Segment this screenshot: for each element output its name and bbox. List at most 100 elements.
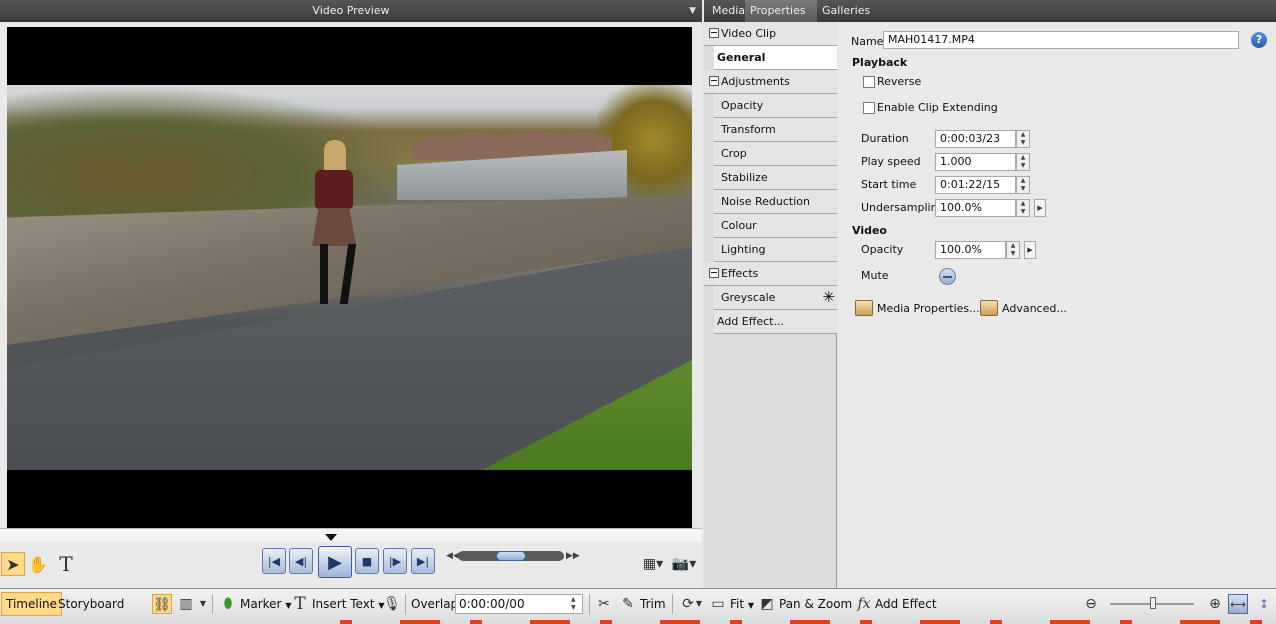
fit-button[interactable]: Fit ▼ — [730, 596, 754, 614]
collapse-icon[interactable] — [709, 76, 719, 86]
insert-text-button[interactable]: Insert Text ▼ — [312, 596, 385, 614]
remove-effect-icon[interactable]: ✳ — [822, 288, 835, 306]
properties-nav: Video Clip General Adjustments Opacity T… — [704, 22, 837, 588]
go-to-start-button[interactable]: |◀ — [262, 548, 286, 574]
nav-item-general[interactable]: General — [714, 46, 837, 70]
play-button[interactable]: ▶ — [318, 546, 352, 578]
tab-properties[interactable]: Properties ▼ — [745, 0, 817, 38]
person-leg — [320, 244, 328, 304]
nav-item-lighting[interactable]: Lighting — [714, 238, 837, 262]
opacity-more-button[interactable]: ▶ — [1024, 241, 1036, 259]
zoom-out-icon[interactable]: ⊖ — [1081, 594, 1101, 614]
nav-group-adjustments[interactable]: Adjustments — [704, 70, 837, 94]
expand-vertical-icon[interactable]: ↕ — [1254, 594, 1274, 614]
nav-item-colour[interactable]: Colour — [714, 214, 837, 238]
nav-group-label: Effects — [721, 267, 759, 280]
collapse-icon[interactable] — [709, 28, 719, 38]
fit-frame-icon[interactable]: ▭ — [708, 594, 728, 614]
undersampling-stepper[interactable]: ▲ ▼ — [1016, 199, 1030, 217]
enable-clip-extending-checkbox[interactable] — [863, 102, 875, 114]
video-frame — [7, 85, 692, 470]
advanced-button[interactable]: Advanced... — [980, 300, 1067, 316]
insert-text-icon[interactable]: T — [290, 594, 310, 614]
zoom-slider-thumb[interactable] — [1150, 597, 1156, 609]
nav-group-label: Video Clip — [721, 27, 777, 40]
nav-item-transform[interactable]: Transform — [714, 118, 837, 142]
stop-icon: ■ — [361, 554, 373, 568]
stop-button[interactable]: ■ — [355, 548, 379, 574]
split-scissors-icon[interactable]: ✂ — [594, 594, 614, 614]
timeline-tab[interactable]: Timeline — [1, 592, 63, 616]
opacity-stepper[interactable]: ▲ ▼ — [1006, 241, 1020, 259]
select-arrow-icon[interactable]: ➤ — [1, 552, 25, 576]
ripple-icon[interactable]: ▥ — [176, 594, 196, 614]
marker-button[interactable]: Marker ▼ — [240, 596, 291, 614]
duration-stepper[interactable]: ▲ ▼ — [1016, 130, 1030, 148]
nav-item-add-effect[interactable]: Add Effect... — [714, 310, 837, 334]
pan-zoom-icon[interactable]: ◩ — [757, 594, 777, 614]
name-label: Name — [851, 35, 884, 48]
aspect-ratio-icon[interactable]: ▦▾ — [640, 552, 666, 576]
link-icon[interactable]: ⛓ — [152, 594, 172, 614]
add-text-icon[interactable]: T — [54, 552, 78, 576]
opacity-field[interactable]: 100.0% — [935, 241, 1006, 259]
panel-tabs: Media Properties ▼ Galleries — [704, 0, 1276, 38]
toolbar-separator — [212, 594, 213, 614]
step-forward-button[interactable]: |▶ — [383, 548, 407, 574]
snapshot-camera-icon[interactable]: 📷▾ — [670, 552, 698, 576]
overlap-label: Overlap — [411, 597, 459, 611]
preview-scrub-bar[interactable] — [0, 528, 702, 542]
overlap-stepper[interactable]: ▲ ▼ — [571, 596, 576, 612]
tab-galleries[interactable]: Galleries — [817, 0, 875, 22]
zoom-in-icon[interactable]: ⊕ — [1205, 594, 1225, 614]
chevron-down-icon[interactable]: ▼ — [689, 0, 696, 22]
nav-group-video-clip[interactable]: Video Clip — [704, 22, 837, 46]
add-effect-button[interactable]: Add Effect — [875, 596, 937, 614]
storyboard-tab[interactable]: Storyboard — [58, 596, 124, 614]
nav-item-crop[interactable]: Crop — [714, 142, 837, 166]
chevron-down-icon[interactable]: ▼ — [694, 594, 704, 614]
nav-group-effects[interactable]: Effects — [704, 262, 837, 286]
chevron-down-icon[interactable]: ▼ — [198, 594, 208, 614]
fit-timeline-icon[interactable]: ⟷ — [1228, 594, 1248, 614]
help-icon[interactable]: ? — [1251, 32, 1267, 48]
undersampling-more-button[interactable]: ▶ — [1034, 199, 1046, 217]
name-field[interactable]: MAH01417.MP4 — [883, 31, 1239, 49]
play-speed-stepper[interactable]: ▲ ▼ — [1016, 153, 1030, 171]
nav-item-opacity[interactable]: Opacity — [714, 94, 837, 118]
marker-icon[interactable]: ⬮ — [218, 594, 238, 614]
collapse-icon[interactable] — [709, 268, 719, 278]
chevron-down-icon: ▼ — [747, 601, 755, 610]
mute-label: Mute — [861, 269, 889, 282]
trim-button[interactable]: Trim — [640, 596, 666, 614]
fast-forward-icon[interactable]: ▶▶ — [566, 551, 580, 561]
pan-zoom-button[interactable]: Pan & Zoom — [779, 596, 852, 614]
shuttle-slider-thumb[interactable] — [496, 551, 526, 561]
video-canvas[interactable] — [7, 27, 692, 528]
step-back-button[interactable]: ◀| — [289, 548, 313, 574]
overlap-field[interactable]: 0:00:00/00 — [455, 594, 583, 614]
reverse-checkbox[interactable] — [863, 76, 875, 88]
mute-toggle-icon[interactable] — [939, 268, 956, 285]
start-time-stepper[interactable]: ▲ ▼ — [1016, 176, 1030, 194]
skip-start-icon: |◀ — [267, 554, 281, 568]
tab-media[interactable]: Media — [707, 0, 750, 22]
toolbar-separator — [589, 594, 590, 614]
playhead-marker-icon[interactable] — [325, 534, 337, 541]
media-properties-button[interactable]: Media Properties... — [855, 300, 980, 316]
nav-item-greyscale[interactable]: Greyscale ✳ — [714, 286, 837, 310]
nav-item-stabilize[interactable]: Stabilize — [714, 166, 837, 190]
nav-item-noise-reduction[interactable]: Noise Reduction — [714, 190, 837, 214]
trim-pencil-icon[interactable]: ✎ — [618, 594, 638, 614]
undersampling-field[interactable]: 100.0% — [935, 199, 1016, 217]
microphone-icon[interactable]: 🎙 — [382, 594, 402, 614]
nav-group-label: Adjustments — [721, 75, 790, 88]
start-time-field[interactable]: 0:01:22/15 — [935, 176, 1016, 194]
hand-pan-icon[interactable]: ✋ — [26, 552, 50, 576]
play-speed-field[interactable]: 1.000 — [935, 153, 1016, 171]
duration-field[interactable]: 0:00:03/23 — [935, 130, 1016, 148]
media-properties-label: Media Properties... — [877, 301, 980, 315]
fx-icon[interactable]: fx — [854, 594, 874, 614]
fit-label: Fit — [730, 597, 745, 611]
go-to-end-button[interactable]: ▶| — [411, 548, 435, 574]
